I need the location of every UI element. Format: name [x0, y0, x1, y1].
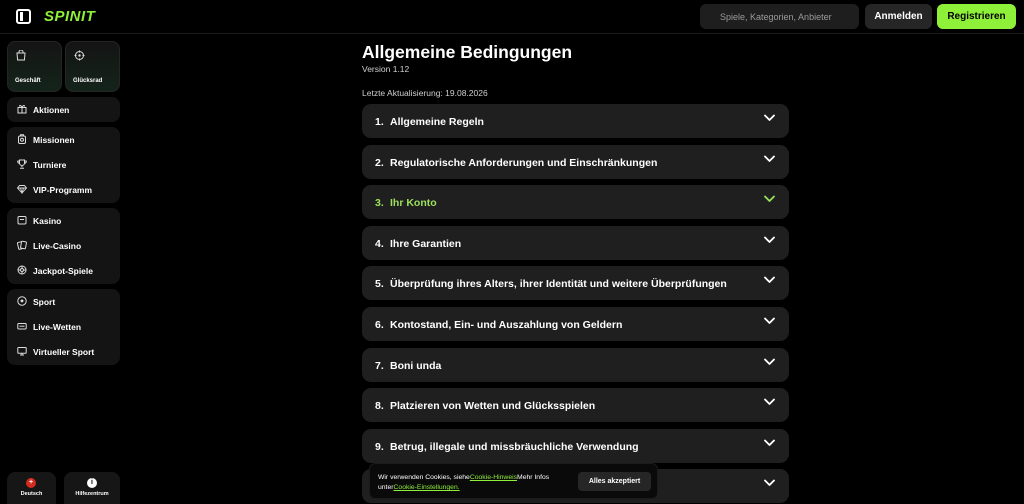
section-number: 9. [375, 441, 384, 453]
section-number: 3. [375, 197, 384, 209]
chevron-down-icon[interactable] [764, 317, 775, 327]
sidebar-item-label: Virtueller Sport [33, 347, 95, 357]
swiss-flag-icon: + [26, 478, 36, 488]
shopping-bag-icon [16, 49, 26, 64]
sidebar-group-engagement: Missionen Turniere VIP-Programm [7, 127, 120, 203]
section-number: 1. [375, 116, 384, 128]
soccer-ball-icon [17, 296, 27, 306]
accordion-section-2[interactable]: 2. Regulatorische Anforderungen und Einsc… [362, 145, 789, 179]
sidebar-item-label: Aktionen [33, 105, 70, 115]
section-number: 8. [375, 400, 384, 412]
accept-cookies-button[interactable]: Alles akzeptiert [578, 472, 651, 491]
sidebar-item-label: Live-Wetten [33, 322, 82, 332]
gift-icon [17, 104, 27, 114]
accordion-section-6[interactable]: 6. Kontostand, Ein- und Auszahlung von Ge… [362, 307, 789, 341]
sidebar-item-promotions[interactable]: Aktionen [7, 97, 120, 122]
sidebar-toggle-icon[interactable] [16, 9, 31, 24]
chevron-down-icon[interactable] [764, 276, 775, 286]
sidebar-group-sport: Sport Live-Wetten Virtueller Sport [7, 289, 120, 365]
cookie-notice-link[interactable]: Cookie-Hinweis [470, 474, 517, 481]
section-title: Boni unda [390, 360, 442, 372]
sidebar-item-label: Kasino [33, 216, 62, 226]
sidebar-item-label: Turniere [33, 160, 67, 170]
section-title: Ihre Garantien [390, 238, 462, 250]
sidebar-item-live-casino[interactable]: Live-Casino [7, 233, 120, 258]
chevron-down-icon[interactable] [764, 155, 775, 165]
login-button[interactable]: Anmelden [865, 4, 932, 29]
cookie-banner: Wir verwenden Cookies, sieheCookie-Hinwe… [369, 463, 658, 499]
chevron-down-icon[interactable] [764, 114, 775, 124]
sidebar-item-sport[interactable]: Sport [7, 289, 120, 314]
top-header: SPINIT Anmelden Registrieren [0, 0, 1024, 34]
sidebar-item-label: Sport [33, 297, 56, 307]
help-label: Hilfezentrum [75, 491, 109, 497]
jackpot-icon [17, 265, 27, 275]
sidebar-tile-shop[interactable]: Geschäft [7, 41, 62, 92]
sidebar-item-virtual-sport[interactable]: Virtueller Sport [7, 339, 120, 364]
tile-label-wheel: Glücksrad [73, 78, 103, 84]
sidebar-group-casino: Kasino Live-Casino Jackpot-Spiele [7, 208, 120, 284]
accordion-section-5[interactable]: 5. Überprüfung ihres Alters, ihrer Identi… [362, 266, 789, 300]
section-number: 4. [375, 238, 384, 250]
section-title: Regulatorische Anforderungen und Einschr… [390, 157, 658, 169]
search-input[interactable] [700, 4, 859, 29]
chevron-down-icon[interactable] [764, 398, 775, 408]
accordion-section-3[interactable]: 3. Ihr Konto [362, 185, 789, 219]
accordion-section-8[interactable]: 8. Platzieren von Wetten und Glücksspiele… [362, 388, 789, 422]
sidebar-item-label: Live-Casino [33, 241, 82, 251]
cookie-text-1: Wir verwenden Cookies, siehe [378, 474, 470, 481]
slot-machine-icon [17, 215, 27, 225]
wheel-icon [74, 50, 85, 64]
accordion-section-9[interactable]: 9. Betrug, illegale und missbräuchliche V… [362, 429, 789, 463]
section-title: Kontostand, Ein- und Auszahlung von Geld… [390, 319, 623, 331]
section-number: 2. [375, 157, 384, 169]
section-title: Betrug, illegale und missbräuchliche Ver… [390, 441, 639, 453]
cookie-message: Wir verwenden Cookies, sieheCookie-Hinwe… [378, 473, 573, 493]
language-label: Deutsch [20, 491, 43, 497]
section-title: Allgemeine Regeln [390, 116, 484, 128]
sidebar-item-label: VIP-Programm [33, 185, 93, 195]
accordion-section-7[interactable]: 7. Boni unda [362, 348, 789, 382]
version-text: Version 1.12 [362, 64, 410, 74]
sidebar-item-live-betting[interactable]: Live-Wetten [7, 314, 120, 339]
sidebar-item-label: Jackpot-Spiele [33, 266, 93, 276]
sidebar-item-jackpot[interactable]: Jackpot-Spiele [7, 258, 120, 283]
section-title: Ihr Konto [390, 197, 437, 209]
trophy-icon [17, 159, 27, 169]
mission-icon [17, 134, 27, 144]
chevron-down-icon[interactable] [764, 236, 775, 246]
logo[interactable]: SPINIT [44, 8, 95, 25]
section-title: Überprüfung ihres Alters, ihrer Identitä… [390, 278, 727, 290]
sidebar-tile-wheel[interactable]: Glücksrad [65, 41, 120, 92]
chevron-down-icon[interactable] [764, 439, 775, 449]
cards-icon [16, 240, 27, 250]
sidebar-item-casino[interactable]: Kasino [7, 208, 120, 233]
accordion-section-1[interactable]: 1. Allgemeine Regeln [362, 104, 789, 138]
diamond-icon [16, 184, 28, 195]
section-number: 6. [375, 319, 384, 331]
live-betting-icon [17, 321, 27, 331]
chevron-down-icon[interactable] [764, 195, 775, 205]
tile-label-shop: Geschäft [15, 78, 41, 84]
sidebar-group-promotions: Aktionen [7, 97, 120, 122]
chevron-down-icon[interactable] [764, 358, 775, 368]
chevron-down-icon[interactable] [764, 479, 775, 489]
sidebar-item-label: Missionen [33, 135, 75, 145]
sidebar-item-missions[interactable]: Missionen [7, 127, 120, 152]
sidebar-item-vip[interactable]: VIP-Programm [7, 177, 120, 202]
last-updated-text: Letzte Aktualisierung: 19.08.2026 [362, 88, 488, 98]
language-selector[interactable]: + Deutsch [7, 472, 56, 504]
section-number: 7. [375, 360, 384, 372]
monitor-icon [17, 346, 27, 356]
register-button[interactable]: Registrieren [937, 4, 1016, 29]
help-center-button[interactable]: i Hilfezentrum [64, 472, 120, 504]
info-icon: i [87, 478, 97, 488]
section-number: 5. [375, 278, 384, 290]
accordion-section-4[interactable]: 4. Ihre Garantien [362, 226, 789, 260]
page-title: Allgemeine Bedingungen [362, 42, 573, 62]
sidebar-item-tournaments[interactable]: Turniere [7, 152, 120, 177]
cookie-settings-link[interactable]: Cookie-Einstellungen. [394, 484, 460, 491]
section-title: Platzieren von Wetten und Glücksspielen [390, 400, 596, 412]
